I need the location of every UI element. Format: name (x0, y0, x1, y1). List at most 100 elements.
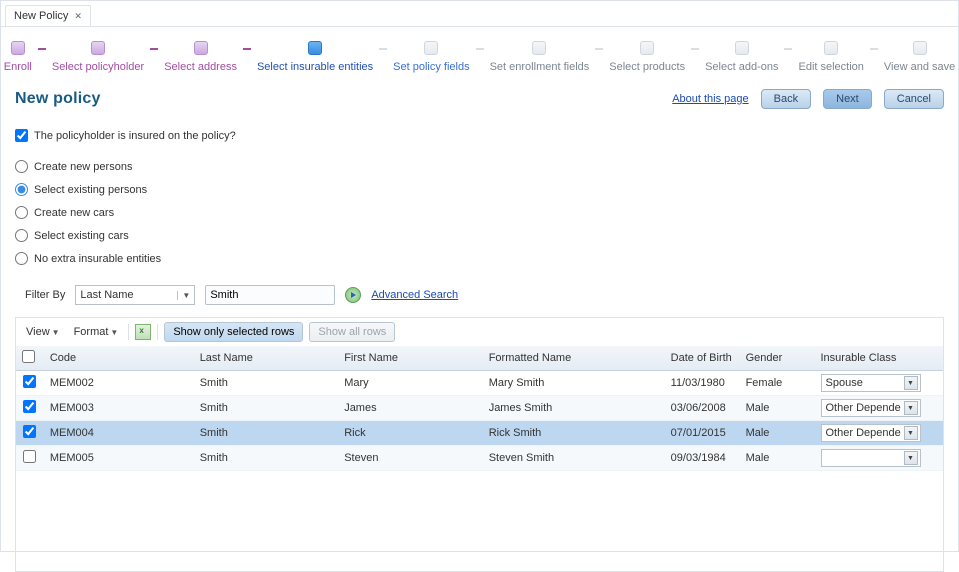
train-connector (150, 48, 158, 50)
filter-field-select[interactable]: Last Name ▼ (75, 285, 195, 305)
cell-gender: Male (740, 446, 815, 471)
export-xls-icon[interactable] (135, 324, 151, 340)
show-selected-button[interactable]: Show only selected rows (164, 322, 303, 342)
caret-down-icon: ▼ (110, 328, 118, 337)
train-node (640, 41, 654, 55)
train-connector (870, 48, 878, 50)
row-checkbox[interactable] (23, 375, 36, 388)
wizard-step[interactable]: Select products (603, 41, 691, 73)
col-dob[interactable]: Date of Birth (665, 346, 740, 371)
train-connector (595, 48, 603, 50)
cell-code: MEM004 (44, 421, 194, 446)
wizard-step[interactable]: Select policyholder (46, 41, 150, 73)
cell-first-name: Mary (338, 371, 483, 396)
close-icon[interactable]: ✕ (74, 11, 82, 22)
wizard-step[interactable]: View and save (878, 41, 959, 73)
next-button[interactable]: Next (823, 89, 872, 109)
entity-option-radio[interactable] (15, 206, 28, 219)
cell-dob: 07/01/2015 (665, 421, 740, 446)
view-menu[interactable]: View ▼ (22, 324, 64, 340)
insurable-class-value: Spouse (826, 377, 863, 389)
about-link[interactable]: About this page (672, 93, 748, 105)
page-title: New policy (15, 90, 101, 108)
insurable-class-select[interactable]: Other Depende▼ (821, 424, 921, 442)
entity-option[interactable]: Select existing persons (15, 183, 944, 196)
insurable-class-value: Other Depende (826, 402, 901, 414)
tab-label: New Policy (14, 10, 68, 22)
train-label: Select products (603, 61, 691, 73)
cell-class: ▼ (815, 446, 944, 471)
col-insurable-class[interactable]: Insurable Class (815, 346, 944, 371)
train-node (424, 41, 438, 55)
chevron-down-icon: ▼ (904, 401, 918, 415)
entity-option-radio[interactable] (15, 229, 28, 242)
divider (157, 324, 158, 340)
select-all-checkbox[interactable] (22, 350, 35, 363)
train-node (824, 41, 838, 55)
row-checkbox[interactable] (23, 400, 36, 413)
train-label: Edit selection (792, 61, 869, 73)
train-node (11, 41, 25, 55)
insurable-class-select[interactable]: ▼ (821, 449, 921, 467)
table-row[interactable]: MEM004SmithRickRick Smith07/01/2015MaleO… (16, 421, 943, 446)
wizard-step[interactable]: Edit selection (792, 41, 869, 73)
train-node (91, 41, 105, 55)
grid-toolbar: View ▼ Format ▼ Show only selected rows … (15, 317, 944, 346)
tab-new-policy[interactable]: New Policy ✕ (5, 5, 91, 26)
entity-option-radio[interactable] (15, 160, 28, 173)
cell-last-name: Smith (194, 446, 339, 471)
table-row[interactable]: MEM005SmithStevenSteven Smith09/03/1984M… (16, 446, 943, 471)
entity-option[interactable]: Create new cars (15, 206, 944, 219)
table-row[interactable]: MEM002SmithMaryMary Smith11/03/1980Femal… (16, 371, 943, 396)
row-checkbox[interactable] (23, 425, 36, 438)
cell-code: MEM003 (44, 396, 194, 421)
wizard-step[interactable]: Select add-ons (699, 41, 784, 73)
train-label: Select add-ons (699, 61, 784, 73)
train-node (308, 41, 322, 55)
cell-dob: 11/03/1980 (665, 371, 740, 396)
col-first-name[interactable]: First Name (338, 346, 483, 371)
cell-gender: Male (740, 421, 815, 446)
col-gender[interactable]: Gender (740, 346, 815, 371)
cell-code: MEM005 (44, 446, 194, 471)
cell-formatted-name: Rick Smith (483, 421, 665, 446)
insurable-class-select[interactable]: Other Depende▼ (821, 399, 921, 417)
run-filter-icon[interactable] (345, 287, 361, 303)
chevron-down-icon: ▼ (904, 426, 918, 440)
cell-first-name: Rick (338, 421, 483, 446)
format-menu[interactable]: Format ▼ (70, 324, 123, 340)
cell-dob: 03/06/2008 (665, 396, 740, 421)
advanced-search-link[interactable]: Advanced Search (371, 289, 458, 301)
entity-option[interactable]: Create new persons (15, 160, 944, 173)
cancel-button[interactable]: Cancel (884, 89, 944, 109)
filter-label: Filter By (25, 289, 65, 301)
insurable-class-select[interactable]: Spouse▼ (821, 374, 921, 392)
col-code[interactable]: Code (44, 346, 194, 371)
wizard-step[interactable]: Enroll (0, 41, 38, 73)
wizard-step[interactable]: Select address (158, 41, 243, 73)
entity-option[interactable]: Select existing cars (15, 229, 944, 242)
train-label: View and save (878, 61, 959, 73)
col-formatted-name[interactable]: Formatted Name (483, 346, 665, 371)
table-row[interactable]: MEM003SmithJamesJames Smith03/06/2008Mal… (16, 396, 943, 421)
wizard-step[interactable]: Set enrollment fields (484, 41, 596, 73)
train-label: Select insurable entities (251, 61, 379, 73)
cell-formatted-name: James Smith (483, 396, 665, 421)
cell-formatted-name: Mary Smith (483, 371, 665, 396)
policyholder-insured-checkbox[interactable] (15, 129, 28, 142)
filter-value-input[interactable] (210, 289, 330, 301)
train-connector (38, 48, 46, 50)
entity-option-radio[interactable] (15, 183, 28, 196)
train-node (194, 41, 208, 55)
col-last-name[interactable]: Last Name (194, 346, 339, 371)
train-label: Set policy fields (387, 61, 475, 73)
cell-gender: Female (740, 371, 815, 396)
cell-class: Spouse▼ (815, 371, 944, 396)
cell-code: MEM002 (44, 371, 194, 396)
wizard-step[interactable]: Set policy fields (387, 41, 475, 73)
entity-option-radio[interactable] (15, 252, 28, 265)
row-checkbox[interactable] (23, 450, 36, 463)
wizard-step[interactable]: Select insurable entities (251, 41, 379, 73)
back-button[interactable]: Back (761, 89, 811, 109)
entity-option[interactable]: No extra insurable entities (15, 252, 944, 265)
